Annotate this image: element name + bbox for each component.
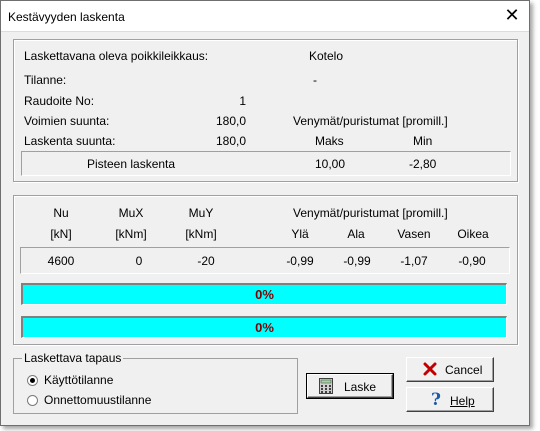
dialog-window: Kestävyyden laskenta ✕ Laskettavana olev… [0,0,530,426]
laske-button[interactable]: Laske [306,373,394,399]
unit-mux: [kNm] [115,227,147,241]
value-ala: -0,99 [343,254,371,268]
raudoite-label: Raudoite No: [24,94,95,108]
close-icon[interactable]: ✕ [500,5,524,27]
point-label: Pisteen laskenta [87,157,176,171]
voimien-value: 180,0 [215,114,246,128]
progress-bar-2: 0% [21,316,507,338]
strain-header-top: Venymät/puristumat [promill.] [293,114,448,128]
col-ala: Ala [347,227,365,241]
header-mux: MuX [118,206,144,220]
info-panel: Laskettavana oleva poikkileikkaus: Kotel… [13,39,518,182]
min-label: Min [413,134,433,148]
section-value: Kotelo [309,49,344,63]
red-x-icon [423,362,437,379]
help-label: Help [450,394,475,408]
col-yla: Ylä [291,227,309,241]
maks-label: Maks [315,134,344,148]
value-muy: -20 [197,254,215,268]
results-row [20,247,510,274]
radio-kayttotilanne[interactable] [27,375,38,386]
radio-onnettomuustilanne[interactable] [27,395,38,406]
strain-header: Venymät/puristumat [promill.] [293,206,448,220]
calculator-icon [319,378,333,397]
point-row: Pisteen laskenta 10,00 -2,80 [21,151,511,176]
radio-kayttotilanne-label[interactable]: Käyttötilanne [44,373,113,387]
header-nu: Nu [53,206,69,220]
unit-nu: [kN] [50,227,72,241]
case-group: Laskettava tapaus Käyttötilanne Onnettom… [13,351,298,414]
section-label: Laskettavana oleva poikkileikkaus: [24,49,209,63]
raudoite-value: 1 [239,94,246,108]
case-group-title: Laskettava tapaus [22,351,124,365]
voimien-label: Voimien suunta: [24,114,110,128]
laskenta-value: 180,0 [215,134,246,148]
laske-label: Laske [344,380,377,394]
window-title: Kestävyyden laskenta [8,10,125,24]
radio-onnettomuustilanne-label[interactable]: Onnettomuustilanne [44,393,151,407]
help-button[interactable]: ? Help [406,387,494,412]
header-muy: MuY [188,206,214,220]
cancel-label: Cancel [445,363,483,377]
question-mark-icon: ? [431,390,441,410]
progress-bar-1: 0% [21,283,507,305]
min-value: -2,80 [409,157,437,171]
cancel-button[interactable]: Cancel [406,357,494,382]
value-vasen: -1,07 [400,254,428,268]
value-yla: -0,99 [286,254,314,268]
col-oikea: Oikea [457,227,489,241]
tilanne-label: Tilanne: [24,73,67,87]
value-nu: 4600 [47,254,75,268]
unit-muy: [kNm] [185,227,217,241]
title-bar[interactable]: Kestävyyden laskenta ✕ [1,1,529,32]
value-oikea: -0,90 [458,254,486,268]
tilanne-value: - [313,73,317,87]
laskenta-label: Laskenta suunta: [24,134,116,148]
col-vasen: Vasen [397,227,431,241]
maks-value: 10,00 [315,157,346,171]
value-mux: 0 [135,254,143,268]
